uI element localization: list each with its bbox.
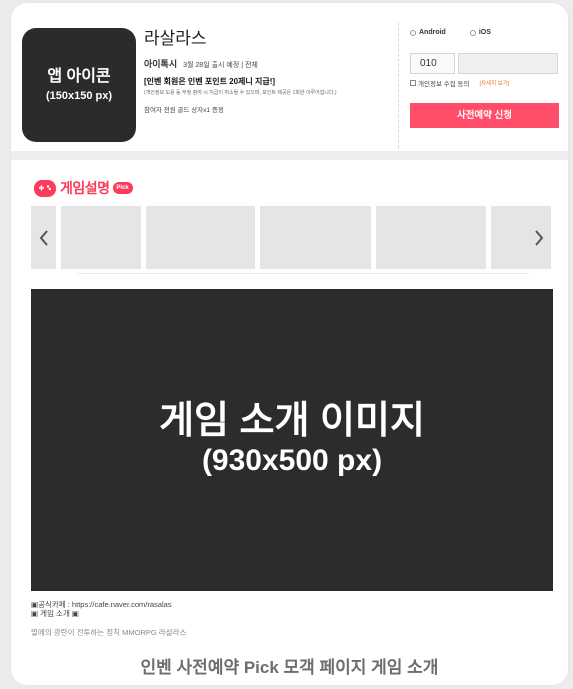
promo-text: [인벤 회원은 인벤 포인트 20제니 지급!] <box>144 77 276 86</box>
consent-label: 개인정보 수집 동의 <box>418 81 470 88</box>
carousel-thumbnails <box>61 206 526 269</box>
phone-input-group: 010 <box>410 53 560 74</box>
chevron-left-icon <box>39 229 48 246</box>
release-info: 3월 28일 출시 예정 | 전체 <box>183 62 258 69</box>
cafe-link-line: ▣공식카페 : https://cafe.naver.com/rasalas <box>31 600 172 609</box>
radio-circle-icon[interactable] <box>469 29 476 36</box>
radio-ios-label: iOS <box>478 29 491 36</box>
divider <box>398 23 399 148</box>
publisher-row: 아이톡시 3월 28일 출시 예정 | 전체 <box>144 57 399 70</box>
carousel-thumbnail[interactable] <box>376 206 486 269</box>
game-intro-image-placeholder: 게임 소개 이미지 (930x500 px) <box>31 289 553 591</box>
intro-image-size: (930x500 px) <box>201 444 383 477</box>
consent-details-link[interactable]: [자세히 보기] <box>479 79 509 87</box>
carousel-thumbnail[interactable] <box>61 206 141 269</box>
screenshot-carousel <box>31 206 551 274</box>
carousel-thumbnail[interactable] <box>260 206 371 269</box>
intro-heading-line: ▣ 게임 소개 ▣ <box>31 609 80 618</box>
app-info-section: 앱 아이콘 (150x150 px) 라살라스 아이톡시 3월 28일 출시 예… <box>11 3 568 151</box>
publisher-name: 아이톡시 <box>144 59 178 69</box>
game-description-logo: 게임설명 Pick <box>34 178 133 198</box>
app-icon-title: 앱 아이콘 <box>47 68 111 85</box>
carousel-thumbnail[interactable] <box>491 206 526 269</box>
carousel-thumbnail[interactable] <box>146 206 255 269</box>
gamepad-icon <box>34 179 56 197</box>
app-name: 라살라스 <box>144 29 207 48</box>
game-description-text: ▣공식카페 : https://cafe.naver.com/rasalas ▣… <box>31 600 551 637</box>
page-caption: 인벤 사전예약 Pick 모객 페이지 게임 소개 <box>140 658 439 677</box>
section-separator <box>11 151 568 160</box>
reward-text: 참여자 전원 골드 상자x1 증정 <box>144 107 224 114</box>
pick-badge: Pick <box>112 182 133 194</box>
consent-row: 개인정보 수집 동의 [자세히 보기] <box>410 78 560 88</box>
preorder-card: 앱 아이콘 (150x150 px) 라살라스 아이톡시 3월 28일 출시 예… <box>11 3 568 685</box>
radio-ios[interactable]: iOS <box>469 29 491 36</box>
game-description-title: 게임설명 <box>60 180 110 196</box>
radio-android[interactable]: Android <box>410 29 446 36</box>
carousel-prev-button[interactable] <box>31 206 56 269</box>
radio-android-label: Android <box>419 29 446 36</box>
preorder-submit-button[interactable]: 사전예약 신청 <box>410 103 559 128</box>
app-icon-size: (150x150 px) <box>45 90 113 102</box>
app-details: 라살라스 아이톡시 3월 28일 출시 예정 | 전체 [인벤 회원은 인벤 포… <box>144 29 399 114</box>
consent-checkbox[interactable] <box>410 80 416 86</box>
radio-circle-icon[interactable] <box>410 29 416 36</box>
preorder-form: Android iOS 010 개인정보 수집 동의 [자세히 보기] 사전예약… <box>410 29 560 128</box>
phone-prefix-select[interactable]: 010 <box>410 53 455 74</box>
chevron-right-icon <box>534 229 543 246</box>
app-icon-placeholder: 앱 아이콘 (150x150 px) <box>22 28 136 142</box>
os-radio-group: Android iOS <box>410 29 560 36</box>
phone-number-input[interactable] <box>458 53 558 74</box>
promo-note: (개인정보 도용 등 부정 참여 시 지급이 취소될 수 있으며, 포인트 제공… <box>144 90 337 96</box>
intro-image-title: 게임 소개 이미지 <box>159 400 425 442</box>
carousel-shadow <box>77 270 529 274</box>
carousel-next-button[interactable] <box>526 206 551 269</box>
